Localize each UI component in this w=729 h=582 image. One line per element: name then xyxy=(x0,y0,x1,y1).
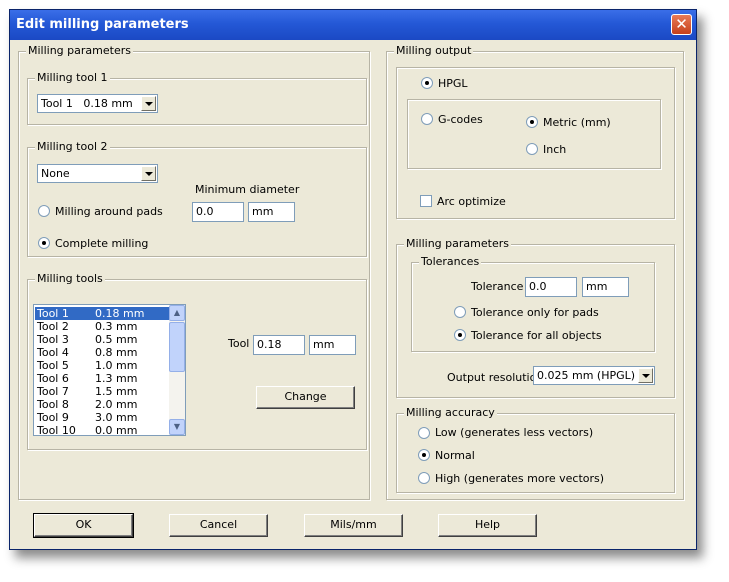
tool-list-item[interactable]: Tool 1 0.18 mm xyxy=(35,307,169,320)
right-milling-parameters-title: Milling parameters xyxy=(404,237,511,250)
tool-list-item[interactable]: Tool 8 2.0 mm xyxy=(35,398,169,411)
tool-diameter-input[interactable]: 0.18 xyxy=(253,335,305,355)
arc-optimize-label: Arc optimize xyxy=(437,195,506,208)
tolerance-all-radio[interactable] xyxy=(454,329,466,341)
milling-tool2-title: Milling tool 2 xyxy=(35,140,110,153)
tool-name: Tool 8 xyxy=(37,398,69,411)
metric-label: Metric (mm) xyxy=(543,116,611,129)
output-resolution-value: 0.025 mm (HPGL) xyxy=(537,369,636,382)
tool-size: 1.5 mm xyxy=(95,385,138,398)
accuracy-normal-radio[interactable] xyxy=(418,449,430,461)
milling-tool1-select[interactable]: Tool 1 0.18 mm xyxy=(37,94,158,113)
tool-name: Tool 10 xyxy=(37,424,76,436)
inch-label: Inch xyxy=(543,143,567,156)
tool-name: Tool 3 xyxy=(37,333,69,346)
milling-tool2-select[interactable]: None xyxy=(37,164,158,183)
hpgl-radio[interactable] xyxy=(421,77,433,89)
dialog-window: Edit milling parameters ✕ Milling parame… xyxy=(9,9,697,550)
min-diameter-input[interactable]: 0.0 xyxy=(192,202,244,222)
arc-optimize-checkbox[interactable] xyxy=(420,195,432,207)
mils-mm-button[interactable]: Mils/mm xyxy=(304,514,403,537)
accuracy-low-label: Low (generates less vectors) xyxy=(435,426,594,439)
close-icon: ✕ xyxy=(675,15,688,33)
chevron-down-icon[interactable] xyxy=(141,96,156,111)
tool-list-item[interactable]: Tool 3 0.5 mm xyxy=(35,333,169,346)
min-diameter-label: Minimum diameter xyxy=(195,183,300,196)
chevron-up-icon: ▲ xyxy=(173,308,181,317)
tool-name: Tool 5 xyxy=(37,359,69,372)
scroll-down-button[interactable]: ▼ xyxy=(169,419,185,435)
chevron-down-icon[interactable] xyxy=(638,368,653,383)
accuracy-high-radio[interactable] xyxy=(418,472,430,484)
tool-list-item[interactable]: Tool 10 0.0 mm xyxy=(35,424,169,436)
help-button[interactable]: Help xyxy=(438,514,537,537)
tool-name: Tool 4 xyxy=(37,346,69,359)
milling-around-pads-radio[interactable] xyxy=(38,205,50,217)
tool-name: Tool 7 xyxy=(37,385,69,398)
gcodes-label: G-codes xyxy=(438,113,483,126)
tool-size: 1.0 mm xyxy=(95,359,138,372)
tolerance-unit[interactable]: mm xyxy=(582,277,629,297)
scrollbar[interactable]: ▲ ▼ xyxy=(169,305,185,435)
milling-accuracy-title: Milling accuracy xyxy=(404,406,497,419)
milling-tool2-value: None xyxy=(41,167,70,180)
tolerance-all-label: Tolerance for all objects xyxy=(471,329,602,342)
milling-output-title: Milling output xyxy=(394,44,474,57)
output-resolution-select[interactable]: 0.025 mm (HPGL) xyxy=(533,366,655,385)
tool-size: 2.0 mm xyxy=(95,398,138,411)
tool-list-item[interactable]: Tool 2 0.3 mm xyxy=(35,320,169,333)
milling-tool1-value: Tool 1 0.18 mm xyxy=(41,97,133,110)
title-bar[interactable]: Edit milling parameters ✕ xyxy=(10,10,696,40)
tool-list[interactable]: Tool 1 0.18 mm Tool 2 0.3 mm Tool 3 0.5 mm Too… xyxy=(33,304,186,436)
milling-parameters-title: Milling parameters xyxy=(26,44,133,57)
gcodes-group xyxy=(407,99,661,169)
tolerances-title: Tolerances xyxy=(419,255,482,268)
tool-size: 0.5 mm xyxy=(95,333,138,346)
ok-button[interactable]: OK xyxy=(33,513,134,538)
scroll-up-button[interactable]: ▲ xyxy=(169,305,185,321)
output-resolution-label: Output resolution xyxy=(447,371,544,384)
accuracy-low-radio[interactable] xyxy=(418,427,430,439)
tool-size: 1.3 mm xyxy=(95,372,138,385)
metric-radio[interactable] xyxy=(526,116,538,128)
chevron-down-icon[interactable] xyxy=(141,166,156,181)
tool-unit[interactable]: mm xyxy=(309,335,356,355)
accuracy-normal-label: Normal xyxy=(435,449,475,462)
dialog-title: Edit milling parameters xyxy=(16,17,189,32)
chevron-down-icon: ▼ xyxy=(173,422,181,431)
tool-size: 3.0 mm xyxy=(95,411,138,424)
tolerance-label: Tolerance xyxy=(471,280,524,293)
milling-tool1-title: Milling tool 1 xyxy=(35,71,110,84)
hpgl-label: HPGL xyxy=(438,77,468,90)
min-diameter-unit[interactable]: mm xyxy=(248,202,295,222)
change-button[interactable]: Change xyxy=(256,386,355,409)
complete-milling-label: Complete milling xyxy=(55,237,149,250)
tool-list-item[interactable]: Tool 4 0.8 mm xyxy=(35,346,169,359)
tolerance-pads-radio[interactable] xyxy=(454,306,466,318)
tolerance-pads-label: Tolerance only for pads xyxy=(471,306,599,319)
tool-label: Tool xyxy=(228,337,250,350)
tool-name: Tool 9 xyxy=(37,411,69,424)
tool-size: 0.8 mm xyxy=(95,346,138,359)
tool-list-item[interactable]: Tool 5 1.0 mm xyxy=(35,359,169,372)
tool-name: Tool 1 xyxy=(37,307,69,320)
cancel-button[interactable]: Cancel xyxy=(169,514,268,537)
tolerance-input[interactable]: 0.0 xyxy=(525,277,577,297)
gcodes-radio[interactable] xyxy=(421,113,433,125)
milling-around-pads-label: Milling around pads xyxy=(55,205,163,218)
tool-list-item[interactable]: Tool 7 1.5 mm xyxy=(35,385,169,398)
close-button[interactable]: ✕ xyxy=(671,14,692,35)
tool-size: 0.18 mm xyxy=(95,307,145,320)
scroll-thumb[interactable] xyxy=(169,322,185,372)
accuracy-high-label: High (generates more vectors) xyxy=(435,472,605,485)
tool-size: 0.0 mm xyxy=(95,424,138,436)
tool-name: Tool 2 xyxy=(37,320,69,333)
tool-list-item[interactable]: Tool 6 1.3 mm xyxy=(35,372,169,385)
tool-size: 0.3 mm xyxy=(95,320,138,333)
milling-tools-title: Milling tools xyxy=(35,272,105,285)
tool-list-item[interactable]: Tool 9 3.0 mm xyxy=(35,411,169,424)
complete-milling-radio[interactable] xyxy=(38,237,50,249)
inch-radio[interactable] xyxy=(526,143,538,155)
tool-name: Tool 6 xyxy=(37,372,69,385)
